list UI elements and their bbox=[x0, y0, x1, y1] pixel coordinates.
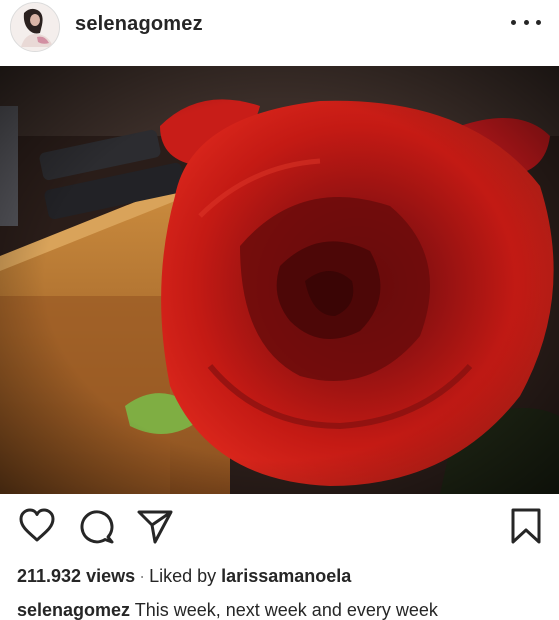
caption: selenagomez This week, next week and eve… bbox=[17, 600, 438, 620]
comment-bubble-icon[interactable] bbox=[77, 506, 117, 546]
caption-text: This week, next week and every week bbox=[134, 600, 438, 620]
username-link[interactable]: selenagomez bbox=[75, 13, 203, 36]
views-and-likes: 211.932 views · Liked by larissamanoela bbox=[17, 566, 351, 587]
liked-by-user[interactable]: larissamanoela bbox=[221, 566, 351, 586]
separator: · bbox=[139, 566, 146, 586]
instagram-post: selenagomez 211.932 views · Liked by lar… bbox=[0, 0, 559, 620]
post-media[interactable] bbox=[0, 66, 559, 494]
bookmark-icon[interactable] bbox=[506, 506, 546, 546]
paper-plane-icon[interactable] bbox=[135, 506, 175, 546]
dot bbox=[523, 19, 529, 25]
dot bbox=[536, 19, 541, 25]
dot bbox=[511, 19, 516, 25]
post-actions bbox=[0, 506, 559, 556]
avatar[interactable] bbox=[10, 2, 60, 52]
post-header: selenagomez bbox=[0, 0, 559, 62]
heart-icon[interactable] bbox=[17, 506, 57, 546]
liked-by-prefix: Liked by bbox=[149, 566, 217, 586]
caption-username[interactable]: selenagomez bbox=[17, 600, 130, 620]
more-options-icon[interactable] bbox=[511, 12, 541, 32]
views-count[interactable]: 211.932 views bbox=[17, 566, 135, 586]
